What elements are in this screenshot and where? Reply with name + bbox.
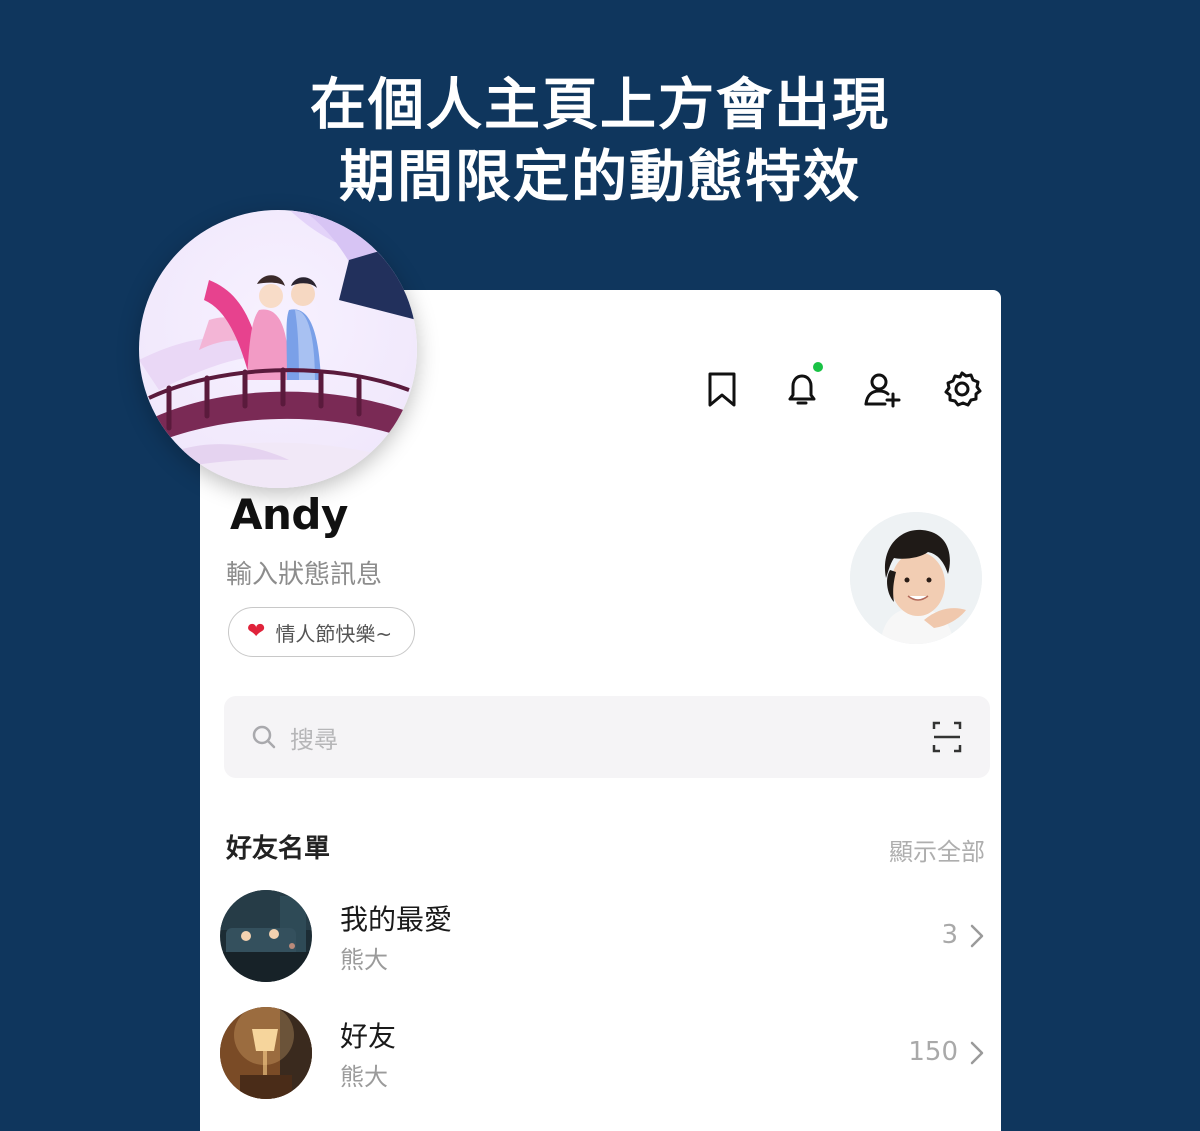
headline-line-2: 期間限定的動態特效 xyxy=(339,145,861,210)
chevron-right-icon xyxy=(970,924,984,948)
qixi-bridge-illustration xyxy=(139,210,417,488)
headline-line-1: 在個人主頁上方會出現 xyxy=(310,73,890,138)
profile-name: Andy xyxy=(230,490,348,539)
search-icon xyxy=(252,725,276,749)
bell-button[interactable] xyxy=(781,362,823,410)
status-chip-text: 情人節快樂~ xyxy=(275,621,393,646)
settings-icon[interactable] xyxy=(941,368,983,410)
group-thumbnail xyxy=(220,1007,312,1099)
search-bar[interactable]: 搜尋 xyxy=(224,696,990,778)
list-item-favorites[interactable]: 我的最愛 熊大 3 xyxy=(220,890,990,986)
group-thumbnail xyxy=(220,890,312,982)
friends-section-title: 好友名單 xyxy=(226,834,331,864)
list-item-subtitle: 熊大 xyxy=(340,1063,388,1091)
list-item-subtitle: 熊大 xyxy=(340,946,388,974)
bell-icon xyxy=(788,374,816,405)
promo-headline: 在個人主頁上方會出現 期間限定的動態特效 xyxy=(0,70,1200,214)
add-friend-icon[interactable] xyxy=(861,368,903,410)
scan-icon[interactable] xyxy=(932,721,962,753)
show-all-link[interactable]: 顯示全部 xyxy=(889,832,985,867)
search-placeholder: 搜尋 xyxy=(290,725,338,754)
status-message-input[interactable]: 輸入狀態訊息 xyxy=(226,554,382,591)
list-item-count: 3 xyxy=(941,920,958,950)
list-item-title: 我的最愛 xyxy=(340,903,453,936)
notification-dot xyxy=(813,362,823,372)
profile-effect-preview xyxy=(139,210,417,488)
list-item-title: 好友 xyxy=(340,1020,397,1053)
list-item-count: 150 xyxy=(908,1037,958,1067)
avatar[interactable] xyxy=(850,512,982,644)
heart-icon: ❤ xyxy=(247,619,266,644)
status-chip[interactable]: ❤ 情人節快樂~ xyxy=(228,607,416,657)
avatar-photo xyxy=(850,512,982,644)
chevron-right-icon xyxy=(970,1041,984,1065)
list-item-friends[interactable]: 好友 熊大 150 xyxy=(220,1007,990,1103)
top-toolbar xyxy=(701,362,983,410)
bookmark-icon[interactable] xyxy=(701,368,743,410)
